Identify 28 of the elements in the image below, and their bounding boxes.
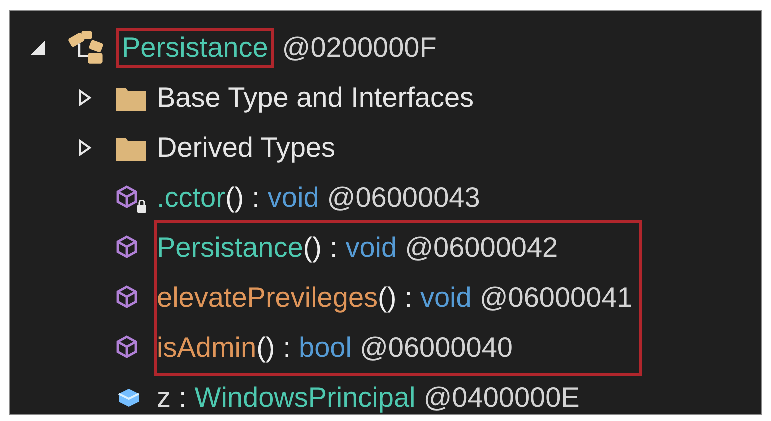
parentheses: ()	[256, 331, 276, 365]
type-name: bool	[299, 331, 352, 365]
type-separator: :	[252, 181, 260, 215]
member-name[interactable]: Base Type and Interfaces	[157, 81, 474, 115]
metadata-token: @06000042	[405, 231, 558, 265]
metadata-token: @06000040	[360, 331, 513, 365]
type-name: void	[268, 181, 320, 215]
member-name[interactable]: elevatePrevileges	[157, 281, 378, 315]
metadata-token: @06000043	[327, 181, 480, 215]
class-name[interactable]: Persistance	[116, 28, 274, 68]
type-separator: :	[330, 231, 338, 265]
metadata-token: @06000041	[480, 281, 633, 315]
type-name: WindowsPrincipal	[194, 381, 416, 414]
parentheses: ()	[225, 181, 244, 215]
metadata-token: @0400000E	[424, 381, 580, 414]
type-separator: :	[404, 281, 412, 315]
type-name: void	[346, 231, 398, 265]
member-name[interactable]: z	[157, 381, 171, 414]
type-separator: :	[179, 381, 187, 414]
type-separator: :	[283, 331, 292, 365]
member-name[interactable]: Persistance	[157, 231, 304, 265]
parentheses: ()	[378, 281, 397, 315]
member-name[interactable]: isAdmin	[157, 331, 257, 365]
type-name: void	[420, 281, 472, 315]
member-name[interactable]: Derived Types	[157, 131, 336, 165]
parentheses: ()	[303, 231, 322, 265]
member-name[interactable]: .cctor	[157, 181, 226, 215]
metadata-token: @0200000F	[282, 31, 437, 65]
